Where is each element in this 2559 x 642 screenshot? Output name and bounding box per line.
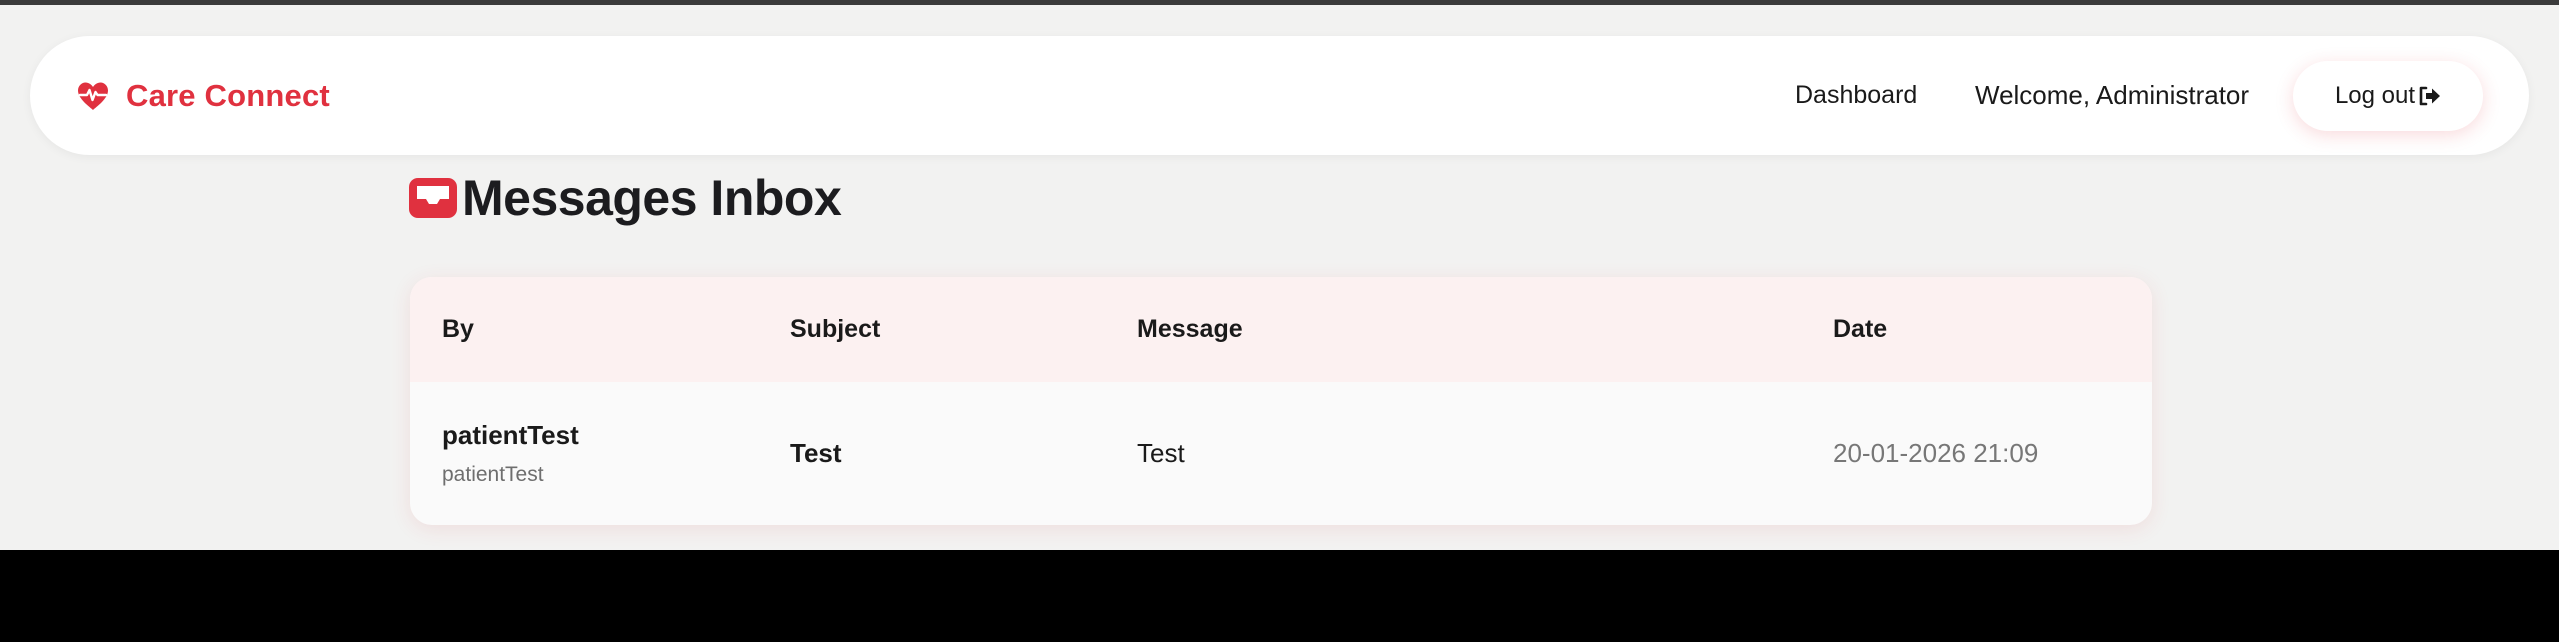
nav-dashboard-link[interactable]: Dashboard [1795, 36, 1917, 155]
message-body: Test [1137, 438, 1185, 468]
cell-subject: Test [790, 382, 842, 525]
heart-pulse-icon [78, 82, 108, 110]
message-date: 20-01-2026 21:09 [1833, 438, 2039, 468]
brand[interactable]: Care Connect [76, 36, 330, 155]
inbox-icon [409, 178, 457, 218]
header-message[interactable]: Message [1137, 277, 1243, 382]
cell-date: 20-01-2026 21:09 [1833, 382, 2038, 525]
header-subject[interactable]: Subject [790, 277, 880, 382]
header-date[interactable]: Date [1833, 277, 1887, 382]
messages-table: By Subject Message Date patientTest pati… [410, 277, 2152, 525]
logout-button[interactable]: Log out [2293, 61, 2483, 131]
page-title: Messages Inbox [462, 170, 842, 226]
page-heading: Messages Inbox [408, 165, 842, 231]
cell-by: patientTest patientTest [442, 382, 579, 525]
logout-label: Log out [2334, 82, 2416, 109]
welcome-text: Welcome, Administrator [1975, 80, 2250, 110]
table-row[interactable]: patientTest patientTest Test Test 20-01-… [410, 382, 2152, 525]
sender-username: patientTest [442, 463, 544, 486]
sender-name: patientTest [442, 420, 579, 450]
table-header: By Subject Message Date [410, 277, 2152, 382]
page: Care Connect Dashboard Welcome, Administ… [0, 5, 2559, 550]
message-subject: Test [790, 438, 842, 468]
sign-out-icon [2419, 86, 2441, 106]
navbar: Care Connect Dashboard Welcome, Administ… [30, 36, 2529, 155]
brand-name: Care Connect [126, 77, 330, 113]
header-by[interactable]: By [442, 277, 474, 382]
cell-message: Test [1137, 382, 1185, 525]
